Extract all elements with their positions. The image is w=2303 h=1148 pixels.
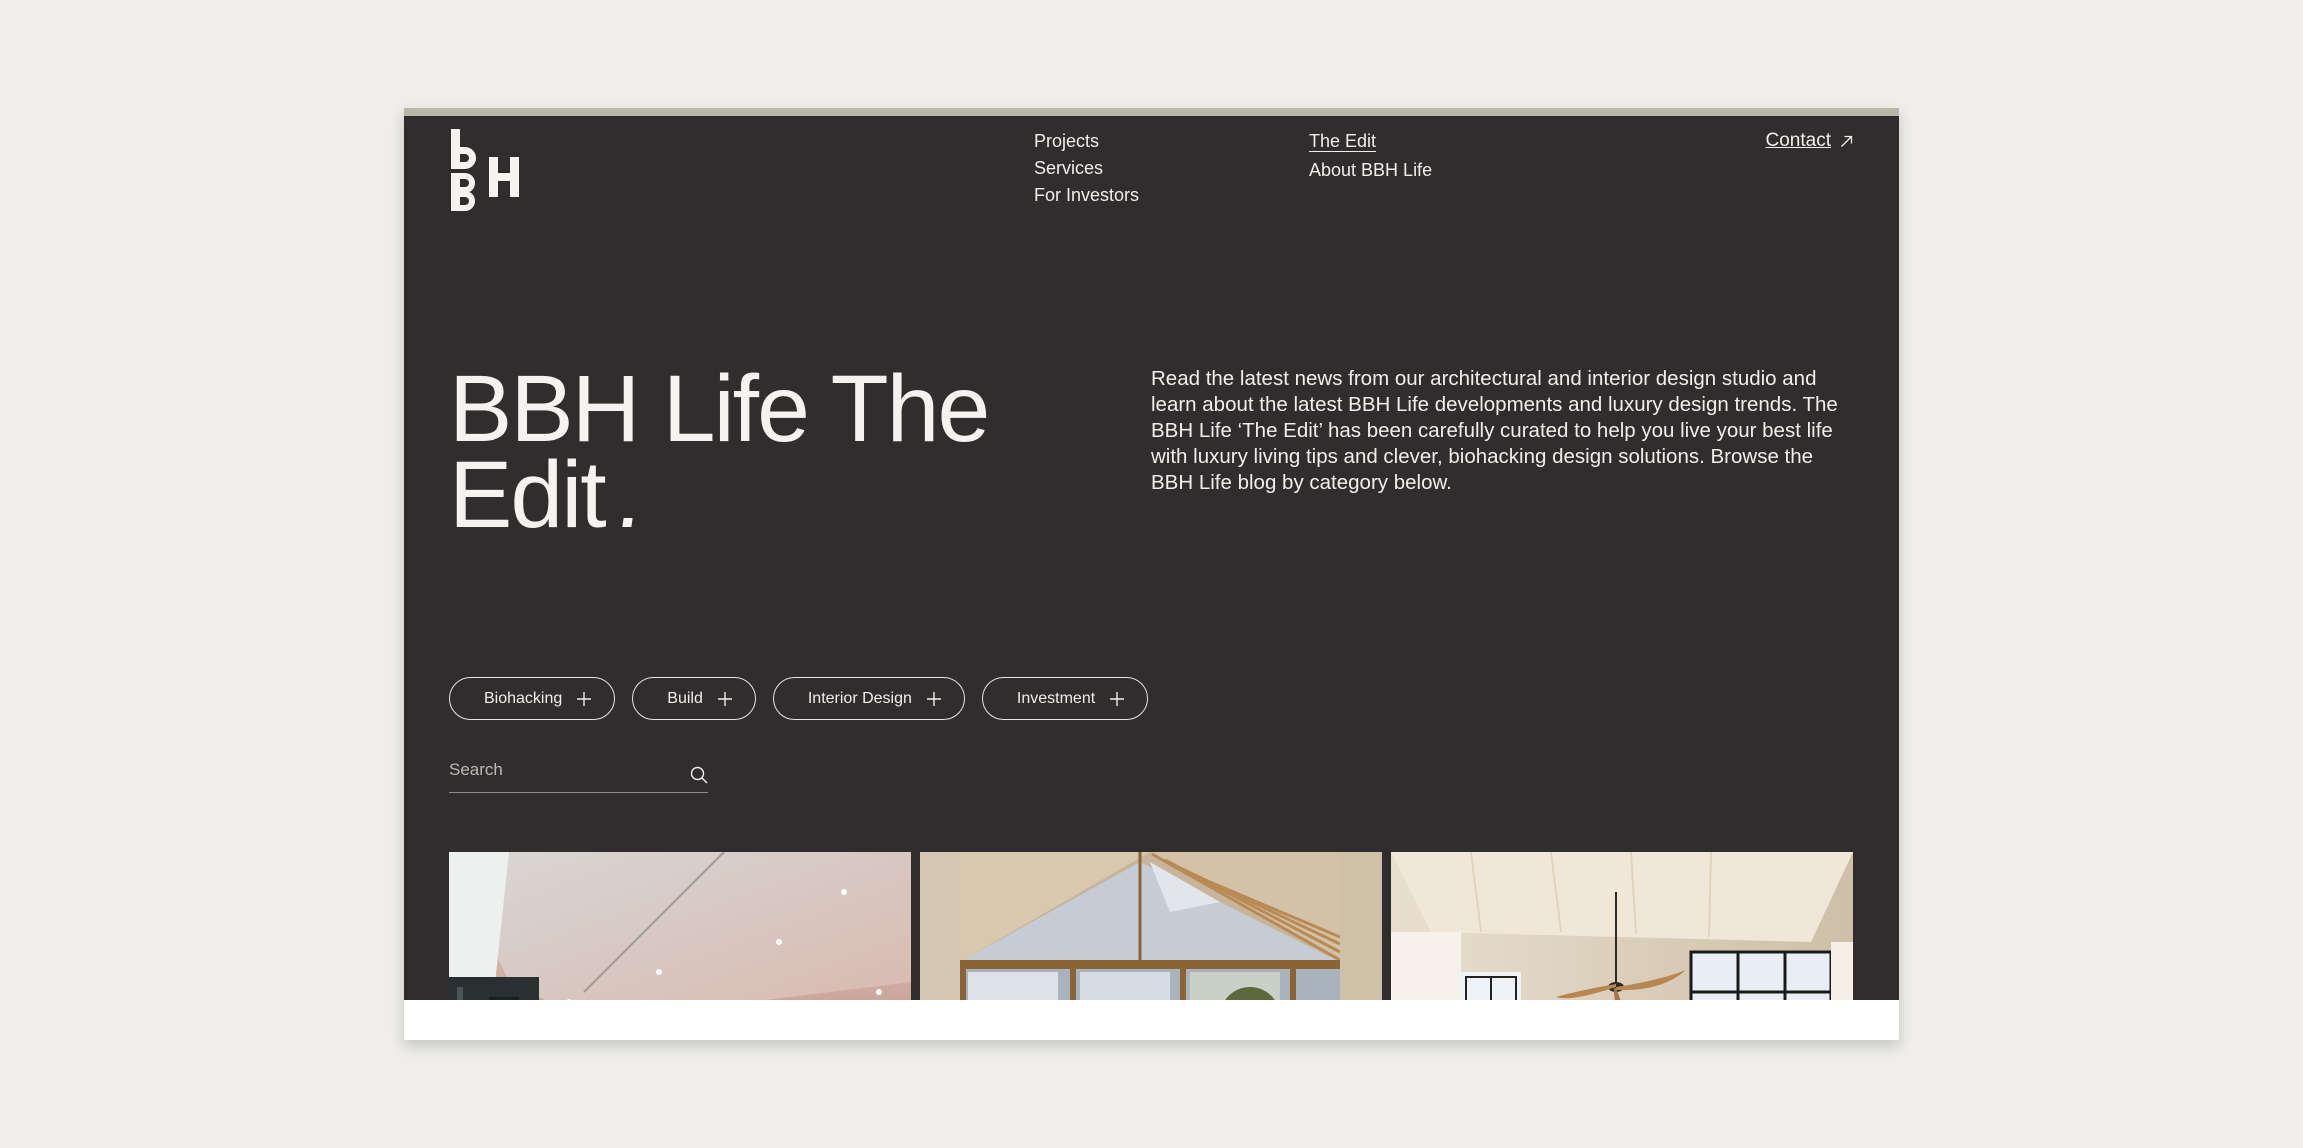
search-icon[interactable] [690, 766, 708, 784]
nav-link-projects[interactable]: Projects [1034, 132, 1099, 150]
filter-chip-interior-design[interactable]: Interior Design [772, 677, 965, 720]
filter-chip-biohacking[interactable]: Biohacking [449, 677, 616, 720]
plus-icon [926, 691, 941, 706]
title-dot-mark [622, 518, 633, 527]
content-bottom-band [404, 1000, 1899, 1040]
filter-chip-investment[interactable]: Investment [981, 677, 1149, 720]
plus-icon [577, 691, 592, 706]
page-title-text: BBH Life The Edit [449, 356, 990, 548]
bbh-logo[interactable] [449, 129, 521, 213]
nav-link-about-bbh-life[interactable]: About BBH Life [1309, 161, 1432, 179]
search-input[interactable] [449, 760, 669, 780]
contact-link[interactable]: Contact [1766, 130, 1853, 152]
top-accent-bar [404, 108, 1899, 116]
nav-secondary: The Edit About BBH Life [1309, 132, 1432, 179]
category-filters: Biohacking Build Interior Design Investm… [449, 677, 1149, 720]
filter-chip-label: Build [667, 689, 703, 707]
arrow-up-right-icon [1841, 135, 1853, 147]
page-title: BBH Life The Edit [449, 362, 1049, 543]
site-frame: Projects Services For Investors The Edit… [404, 108, 1899, 1040]
nav-link-the-edit[interactable]: The Edit [1309, 132, 1377, 152]
filter-chip-label: Biohacking [484, 689, 563, 707]
nav-link-for-investors[interactable]: For Investors [1034, 186, 1139, 204]
nav-link-services[interactable]: Services [1034, 159, 1103, 177]
filter-chip-label: Interior Design [807, 689, 912, 707]
search-field [449, 754, 708, 793]
filter-chip-label: Investment [1016, 689, 1096, 707]
intro-paragraph: Read the latest news from our architectu… [1151, 367, 1838, 494]
plus-icon [717, 691, 732, 706]
plus-icon [1110, 691, 1125, 706]
nav-primary: Projects Services For Investors [1034, 132, 1139, 204]
filter-chip-build[interactable]: Build [632, 677, 756, 720]
contact-label: Contact [1765, 130, 1831, 151]
